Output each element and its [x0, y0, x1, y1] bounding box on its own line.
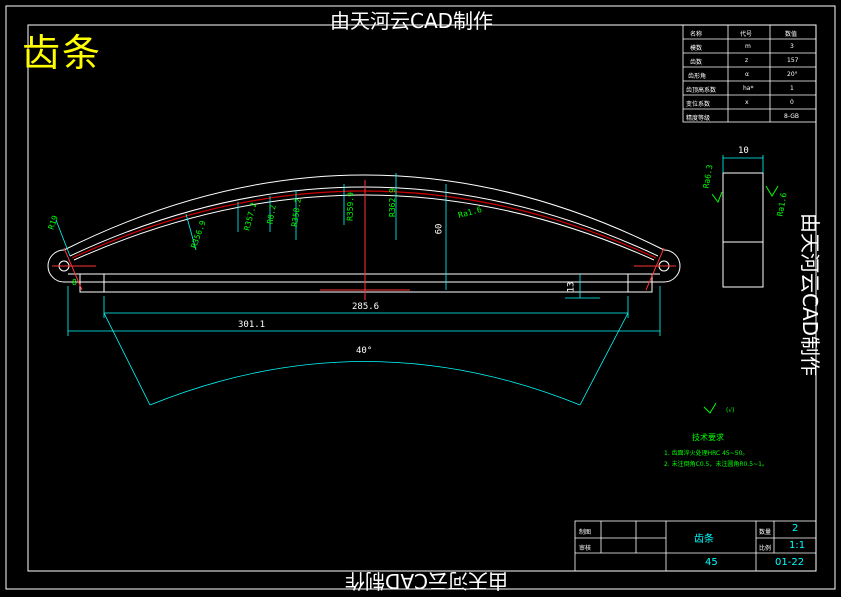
- param-cell: 精度等级: [686, 115, 711, 122]
- param-cell: ha*: [743, 85, 754, 92]
- dim-left-small: 8: [72, 278, 77, 287]
- dim-span-inner: 285.6: [352, 302, 380, 312]
- param-cell: 数值: [785, 31, 798, 38]
- dim-span-outer: 301.1: [238, 320, 266, 330]
- param-cell: z: [745, 57, 749, 64]
- tech-note-line: 1. 齿面淬火处理HRC 45~50。: [664, 450, 749, 457]
- part-title: 齿条: [22, 31, 103, 75]
- param-cell: α: [745, 71, 749, 78]
- watermark-top: 由天河云CAD制作: [330, 9, 494, 33]
- dim-gap: 13: [566, 281, 577, 293]
- param-cell: 157: [787, 57, 799, 64]
- tb-scale-label: 比例: [759, 545, 772, 552]
- param-cell: 8-GB: [784, 113, 799, 120]
- watermark-bottom: 由天河云CAD制作: [345, 569, 509, 593]
- param-cell: 1: [790, 85, 794, 92]
- tech-notes-heading: 技术要求: [692, 433, 724, 442]
- dim-height: 60: [434, 223, 445, 235]
- tb-drawing-no: 01-22: [775, 557, 805, 568]
- param-cell: 3: [790, 43, 794, 50]
- dim-radius: R362.9: [387, 188, 397, 217]
- param-cell: 模数: [690, 45, 703, 52]
- param-cell: 齿顶高系数: [686, 87, 717, 94]
- watermark-right: 由天河云CAD制作: [798, 212, 823, 377]
- param-cell: 变位系数: [686, 101, 711, 108]
- tb-scale: 1:1: [789, 540, 806, 551]
- tb-qty-label: 数量: [759, 529, 772, 536]
- tb-check-label: 审核: [579, 545, 592, 552]
- param-cell: 齿数: [690, 59, 703, 66]
- dim-angle: 40°: [356, 346, 373, 356]
- tb-draw-label: 制图: [579, 529, 592, 536]
- side-view: [703, 155, 779, 414]
- param-cell: 0: [790, 99, 794, 106]
- param-cell: 名称: [690, 31, 703, 38]
- dim-radius: R359.9: [345, 191, 356, 222]
- param-cell: 齿形角: [688, 73, 707, 80]
- param-cell: m: [745, 43, 751, 50]
- param-cell: 代号: [740, 31, 753, 38]
- tb-part-name: 齿条: [694, 534, 714, 545]
- tb-qty: 2: [792, 523, 799, 534]
- rack-body: [47, 174, 681, 293]
- param-cell: x: [745, 99, 749, 106]
- tech-note-line: 2. 未注倒角C0.5，未注圆角R0.5~1。: [664, 461, 768, 468]
- param-cell: 20°: [787, 71, 798, 78]
- roughness-note: (√): [726, 407, 735, 414]
- dim-side-width: 10: [738, 146, 749, 156]
- tb-material: 45: [705, 557, 718, 568]
